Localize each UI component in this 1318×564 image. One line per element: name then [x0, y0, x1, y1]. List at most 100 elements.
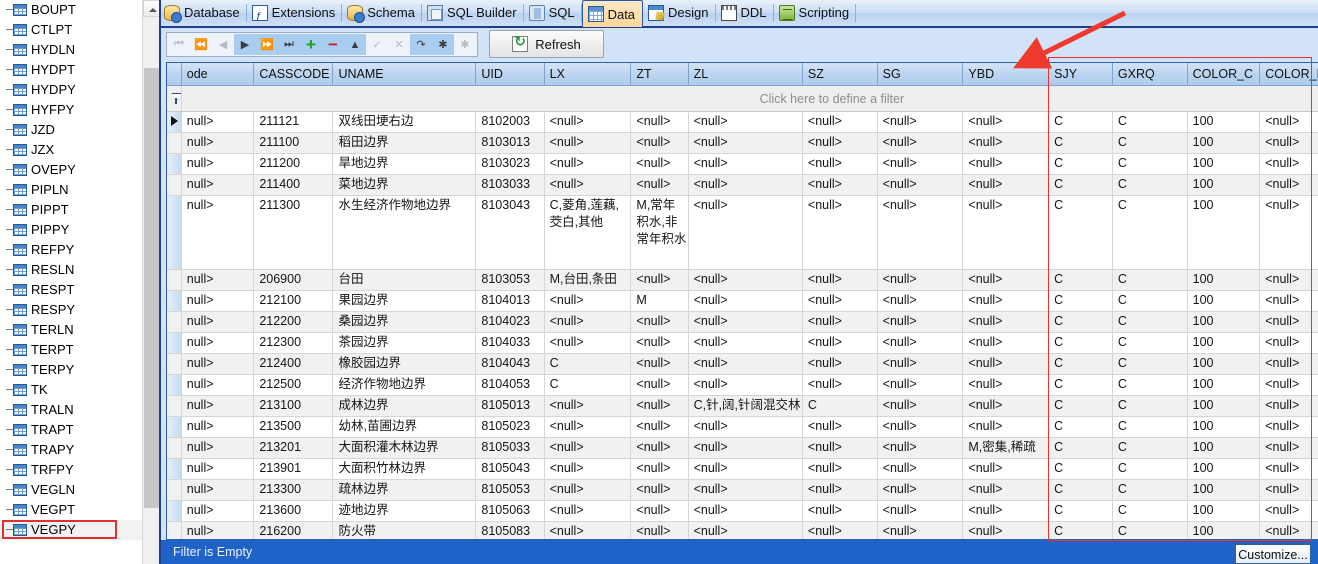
cell-gxrq[interactable]: C: [1112, 374, 1187, 395]
cell-sz[interactable]: <null>: [802, 479, 877, 500]
tab-sql-builder[interactable]: SQL Builder: [422, 0, 524, 26]
cell-color_c[interactable]: 100: [1187, 111, 1260, 132]
column-header-lx[interactable]: LX: [544, 63, 631, 85]
cell-sg[interactable]: <null>: [877, 374, 963, 395]
cell-casscode[interactable]: 212400: [254, 353, 333, 374]
cell-uid[interactable]: 8103043: [476, 195, 544, 269]
cell-zt[interactable]: <null>: [631, 332, 688, 353]
column-header-gxrq[interactable]: GXRQ: [1112, 63, 1187, 85]
cell-uid[interactable]: 8104033: [476, 332, 544, 353]
cell-zl[interactable]: <null>: [688, 479, 802, 500]
cell-color_k[interactable]: <null>: [1260, 353, 1318, 374]
cell-code[interactable]: null>: [181, 311, 254, 332]
cell-sg[interactable]: <null>: [877, 132, 963, 153]
column-header-color_c[interactable]: COLOR_C: [1187, 63, 1260, 85]
sidebar-item-trapt[interactable]: TRAPT: [0, 420, 142, 440]
cell-zt[interactable]: <null>: [631, 521, 688, 540]
cell-gxrq[interactable]: C: [1112, 153, 1187, 174]
cell-uid[interactable]: 8105043: [476, 458, 544, 479]
cell-color_c[interactable]: 100: [1187, 153, 1260, 174]
record-navigator-toolbar[interactable]: ⏮⏪◀▶⏩⏭+−▲✓✕↷✱✱: [166, 32, 478, 57]
column-header-ybd[interactable]: YBD: [963, 63, 1049, 85]
cell-gxrq[interactable]: C: [1112, 195, 1187, 269]
cell-uname[interactable]: 成林边界: [333, 395, 476, 416]
cell-casscode[interactable]: 213901: [254, 458, 333, 479]
row-indicator[interactable]: [167, 374, 181, 395]
cell-uname[interactable]: 迹地边界: [333, 500, 476, 521]
cell-uid[interactable]: 8105033: [476, 437, 544, 458]
cell-sjy[interactable]: C: [1049, 269, 1113, 290]
cell-color_k[interactable]: <null>: [1260, 500, 1318, 521]
sidebar-item-ovepy[interactable]: OVEPY: [0, 160, 142, 180]
cell-sz[interactable]: <null>: [802, 195, 877, 269]
tab-sql[interactable]: SQL: [524, 0, 582, 26]
cell-color_c[interactable]: 100: [1187, 521, 1260, 540]
cell-zt[interactable]: <null>: [631, 269, 688, 290]
cell-sg[interactable]: <null>: [877, 395, 963, 416]
cell-sjy[interactable]: C: [1049, 195, 1113, 269]
cell-sjy[interactable]: C: [1049, 174, 1113, 195]
cell-uname[interactable]: 疏林边界: [333, 479, 476, 500]
table-row[interactable]: null>212500经济作物地边界8104053C<null><null><n…: [167, 374, 1318, 395]
cell-sg[interactable]: <null>: [877, 353, 963, 374]
sidebar-item-pippy[interactable]: PIPPY: [0, 220, 142, 240]
cell-uid[interactable]: 8103013: [476, 132, 544, 153]
column-header-color_k[interactable]: COLOR_K: [1260, 63, 1318, 85]
tab-schema[interactable]: Schema: [342, 0, 422, 26]
cell-code[interactable]: null>: [181, 500, 254, 521]
cell-sg[interactable]: <null>: [877, 111, 963, 132]
column-header-zl[interactable]: ZL: [688, 63, 802, 85]
sidebar-item-terln[interactable]: TERLN: [0, 320, 142, 340]
cell-casscode[interactable]: 213100: [254, 395, 333, 416]
cell-zl[interactable]: <null>: [688, 132, 802, 153]
sidebar-item-respt[interactable]: RESPT: [0, 280, 142, 300]
customize-button[interactable]: Customize...: [1234, 543, 1312, 564]
cell-casscode[interactable]: 212500: [254, 374, 333, 395]
column-header-uname[interactable]: UNAME: [333, 63, 476, 85]
cell-sg[interactable]: <null>: [877, 153, 963, 174]
cell-ybd[interactable]: <null>: [963, 311, 1049, 332]
cell-color_c[interactable]: 100: [1187, 374, 1260, 395]
row-indicator[interactable]: [167, 269, 181, 290]
next-page-button[interactable]: ⏩: [256, 34, 278, 55]
filter-placeholder-cell[interactable]: Click here to define a filter: [181, 85, 1318, 111]
sidebar-item-vegln[interactable]: VEGLN: [0, 480, 142, 500]
cell-zt[interactable]: <null>: [631, 132, 688, 153]
cell-sz[interactable]: <null>: [802, 500, 877, 521]
table-row[interactable]: null>211400菜地边界8103033<null><null><null>…: [167, 174, 1318, 195]
cell-casscode[interactable]: 206900: [254, 269, 333, 290]
cell-color_k[interactable]: <null>: [1260, 174, 1318, 195]
cell-sz[interactable]: <null>: [802, 111, 877, 132]
row-indicator[interactable]: [167, 500, 181, 521]
cell-code[interactable]: null>: [181, 458, 254, 479]
cell-uname[interactable]: 大面积竹林边界: [333, 458, 476, 479]
cell-code[interactable]: null>: [181, 132, 254, 153]
cell-color_c[interactable]: 100: [1187, 174, 1260, 195]
cell-sg[interactable]: <null>: [877, 437, 963, 458]
cell-uid[interactable]: 8103033: [476, 174, 544, 195]
sidebar-item-ctlpt[interactable]: CTLPT: [0, 20, 142, 40]
cell-color_k[interactable]: <null>: [1260, 458, 1318, 479]
cell-code[interactable]: null>: [181, 395, 254, 416]
cell-color_k[interactable]: <null>: [1260, 416, 1318, 437]
cell-color_k[interactable]: <null>: [1260, 195, 1318, 269]
cell-ybd[interactable]: M,密集,稀疏: [963, 437, 1049, 458]
tab-design[interactable]: Design: [643, 0, 715, 26]
cell-zl[interactable]: <null>: [688, 458, 802, 479]
table-row[interactable]: null>212300茶园边界8104033<null><null><null>…: [167, 332, 1318, 353]
row-indicator[interactable]: [167, 416, 181, 437]
cell-uname[interactable]: 经济作物地边界: [333, 374, 476, 395]
cell-sz[interactable]: <null>: [802, 458, 877, 479]
cell-zt[interactable]: <null>: [631, 395, 688, 416]
cell-uid[interactable]: 8104043: [476, 353, 544, 374]
cell-lx[interactable]: <null>: [544, 332, 631, 353]
cell-sz[interactable]: <null>: [802, 153, 877, 174]
cell-lx[interactable]: C,菱角,莲藕,茭白,其他: [544, 195, 631, 269]
cell-gxrq[interactable]: C: [1112, 353, 1187, 374]
row-indicator[interactable]: [167, 395, 181, 416]
cell-zl[interactable]: <null>: [688, 195, 802, 269]
data-grid[interactable]: odeCASSCODEUNAMEUIDLXZTZLSZSGYBDSJYGXRQC…: [166, 62, 1318, 540]
cell-sjy[interactable]: C: [1049, 290, 1113, 311]
sidebar-item-trfpy[interactable]: TRFPY: [0, 460, 142, 480]
cell-uid[interactable]: 8105013: [476, 395, 544, 416]
